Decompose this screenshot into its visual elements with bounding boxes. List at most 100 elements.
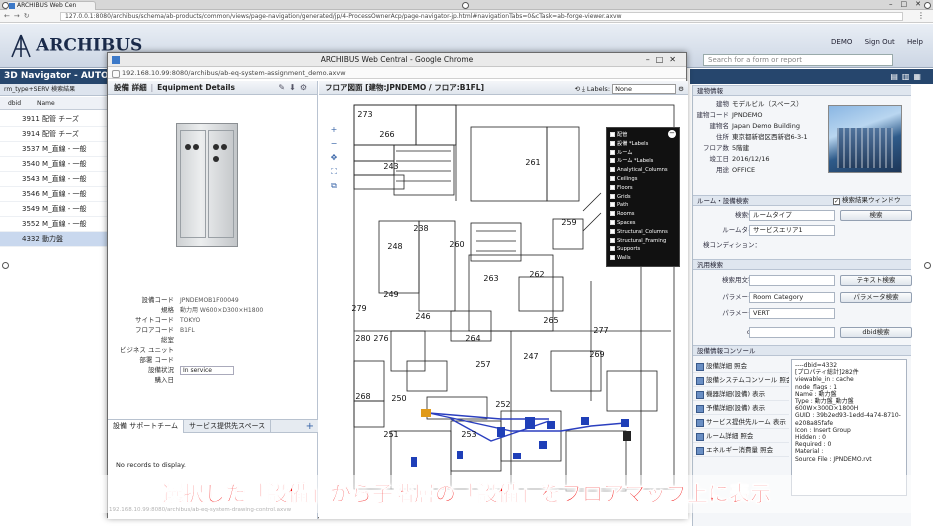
layer-item[interactable]: Path xyxy=(610,201,676,210)
user-name[interactable]: DEMO xyxy=(831,38,852,46)
checkbox-icon[interactable] xyxy=(610,246,615,252)
panel-tools-icon[interactable]: ✎⬇⚙ xyxy=(278,81,311,95)
checkbox-checked-icon[interactable]: ✓ xyxy=(833,198,840,205)
add-icon[interactable]: + xyxy=(306,420,314,433)
layer-item[interactable]: ルーム *Labels xyxy=(610,157,676,166)
help-link[interactable]: Help xyxy=(907,38,923,46)
param-search-button[interactable]: パラメータ検索 xyxy=(840,292,912,303)
list-item[interactable]: 3537 M_直線 - 一般 xyxy=(0,142,110,157)
status-select[interactable]: In service xyxy=(180,365,234,375)
list-item[interactable]: 3546 M_直線 - 一般 xyxy=(0,187,110,202)
list-item[interactable]: 3540 M_直線 - 一般 xyxy=(0,157,110,172)
console-menu-item[interactable]: 設備システムコンソール 照会 xyxy=(693,373,789,387)
checkbox-icon[interactable] xyxy=(610,167,615,173)
room-label: 257 xyxy=(475,360,490,369)
layer-item[interactable]: Ceilings xyxy=(610,175,676,184)
console-menu-item[interactable]: エネルギー消費量 照会 xyxy=(693,443,789,457)
zoom-in-icon[interactable]: + xyxy=(329,123,339,137)
checkbox-icon[interactable] xyxy=(610,219,615,225)
checkbox-icon[interactable] xyxy=(610,193,615,199)
text-search-input[interactable] xyxy=(749,275,835,286)
resize-handle[interactable] xyxy=(462,2,469,9)
browser-menu-icon[interactable]: ⋮ xyxy=(917,11,925,20)
tab-service-space[interactable]: サービス提供先スペース xyxy=(184,420,272,433)
layer-item[interactable]: Rooms xyxy=(610,210,676,219)
checkbox-icon[interactable] xyxy=(610,132,615,137)
checkbox-icon[interactable] xyxy=(610,149,615,155)
tab-support-team[interactable]: 設備 サポートチーム xyxy=(108,420,185,433)
checkbox-icon[interactable] xyxy=(610,140,615,146)
list-item[interactable]: 3549 M_直線 - 一般 xyxy=(0,202,110,217)
search-button[interactable]: 検索 xyxy=(840,210,912,221)
building-field: 建物コード JPNDEMO xyxy=(693,110,828,121)
close-icon[interactable]: − xyxy=(668,130,676,138)
layer-item[interactable]: 配管 xyxy=(610,131,676,140)
layer-item[interactable]: Spaces xyxy=(610,219,676,228)
window-controls[interactable]: –□✕ xyxy=(889,0,929,8)
layer-item[interactable]: Analytical_Columns xyxy=(610,166,676,175)
param-value-input[interactable]: VERT xyxy=(749,308,835,319)
layer-item[interactable]: Structural_Columns xyxy=(610,228,676,237)
global-search-input[interactable]: Search for a form or report xyxy=(703,54,893,66)
property-line: Source File : JPNDEMO.rvt xyxy=(795,455,872,463)
checkbox-icon[interactable] xyxy=(610,255,615,261)
layer-item[interactable]: Supports xyxy=(610,245,676,254)
resize-handle[interactable] xyxy=(2,262,9,269)
resize-handle[interactable] xyxy=(2,2,9,9)
param-name-input[interactable]: Room Category xyxy=(749,292,835,303)
panel-tools-icon[interactable]: ▤▥▦ xyxy=(890,72,925,81)
window-checkbox[interactable]: ✓ 検索結果ウィンドウ xyxy=(833,195,901,206)
list-item[interactable]: 3552 M_直線 - 一般 xyxy=(0,217,110,232)
header-user-links: DEMO Sign Out Help xyxy=(821,38,923,46)
list-item-selected[interactable]: 4332 動力盤 xyxy=(0,232,110,247)
layer-item[interactable]: 設備 *Labels xyxy=(610,140,676,149)
dbid-search-button[interactable]: dbid検索 xyxy=(840,327,912,338)
resize-handle[interactable] xyxy=(924,262,931,269)
console-menu-item[interactable]: ルーム詳細 照会 xyxy=(693,429,789,443)
dbid-input[interactable] xyxy=(749,327,835,338)
browser-tab[interactable]: ARCHIBUS Web Cen xyxy=(6,1,96,10)
room-type-select[interactable]: サービスエリア1 xyxy=(749,225,835,236)
checkbox-icon[interactable] xyxy=(610,175,615,181)
search-condition-select[interactable]: ルームタイプ xyxy=(749,210,835,221)
dbid-row: dbid dbid検索 xyxy=(693,326,912,339)
checkbox-icon[interactable] xyxy=(610,228,615,234)
checkbox-icon[interactable] xyxy=(610,158,615,164)
layer-item[interactable]: Floors xyxy=(610,184,676,193)
console-menu-item[interactable]: サービス提供先ルーム 表示 xyxy=(693,415,789,429)
resize-handle[interactable] xyxy=(924,2,931,9)
popup-address-bar[interactable]: 192.168.10.99:8080/archibus/ab-eq-system… xyxy=(108,67,686,79)
popup-window-controls[interactable]: –□✕ xyxy=(646,53,682,67)
archibus-favicon-icon xyxy=(112,56,120,64)
labels-select[interactable]: None xyxy=(612,84,677,94)
column-dbid[interactable]: dbid xyxy=(0,97,21,110)
list-item[interactable]: 3543 M_直線 - 一般 xyxy=(0,172,110,187)
field-label: 用途 xyxy=(716,166,729,174)
console-menu-item[interactable]: 設備詳細 照会 xyxy=(693,359,789,373)
layer-item[interactable]: Grids xyxy=(610,193,676,202)
layer-item[interactable]: Structural_Framing xyxy=(610,237,676,246)
fit-icon[interactable]: ⛶ xyxy=(329,165,339,179)
text-search-button[interactable]: テキスト検索 xyxy=(840,275,912,286)
layer-item[interactable]: ルーム xyxy=(610,149,676,158)
column-name[interactable]: Name xyxy=(23,97,55,110)
pan-icon[interactable]: ✥ xyxy=(329,151,339,165)
list-item[interactable]: 3911 配管 チーズ xyxy=(0,112,110,127)
list-item[interactable]: 3914 配管 チーズ xyxy=(0,127,110,142)
console-menu-item[interactable]: 予備詳細(設備) 表示 xyxy=(693,401,789,415)
checkbox-icon[interactable] xyxy=(610,211,615,217)
checkbox-icon[interactable] xyxy=(610,202,615,208)
checkbox-icon[interactable] xyxy=(610,184,615,190)
console-menu-item[interactable]: 機器詳細(設備) 表示 xyxy=(693,387,789,401)
layer-item[interactable]: Walls xyxy=(610,254,676,263)
address-bar[interactable]: 127.0.0.1:8080/archibus/schema/ab-produc… xyxy=(60,12,903,21)
selected-equipment-marker[interactable] xyxy=(421,409,431,417)
sign-out-link[interactable]: Sign Out xyxy=(865,38,895,46)
checkbox-icon[interactable] xyxy=(610,237,615,243)
zoom-out-icon[interactable]: − xyxy=(329,137,339,151)
copy-icon[interactable]: ⧉ xyxy=(329,179,339,193)
room-label: 251 xyxy=(383,430,398,439)
status-row: 設備状況 In service xyxy=(108,365,318,375)
caption-overlay: 選択した「設備」から子階層の「設備」をフロアマップ上に表示 xyxy=(0,475,933,513)
nav-buttons-icon[interactable]: ←→↻ xyxy=(4,12,34,20)
